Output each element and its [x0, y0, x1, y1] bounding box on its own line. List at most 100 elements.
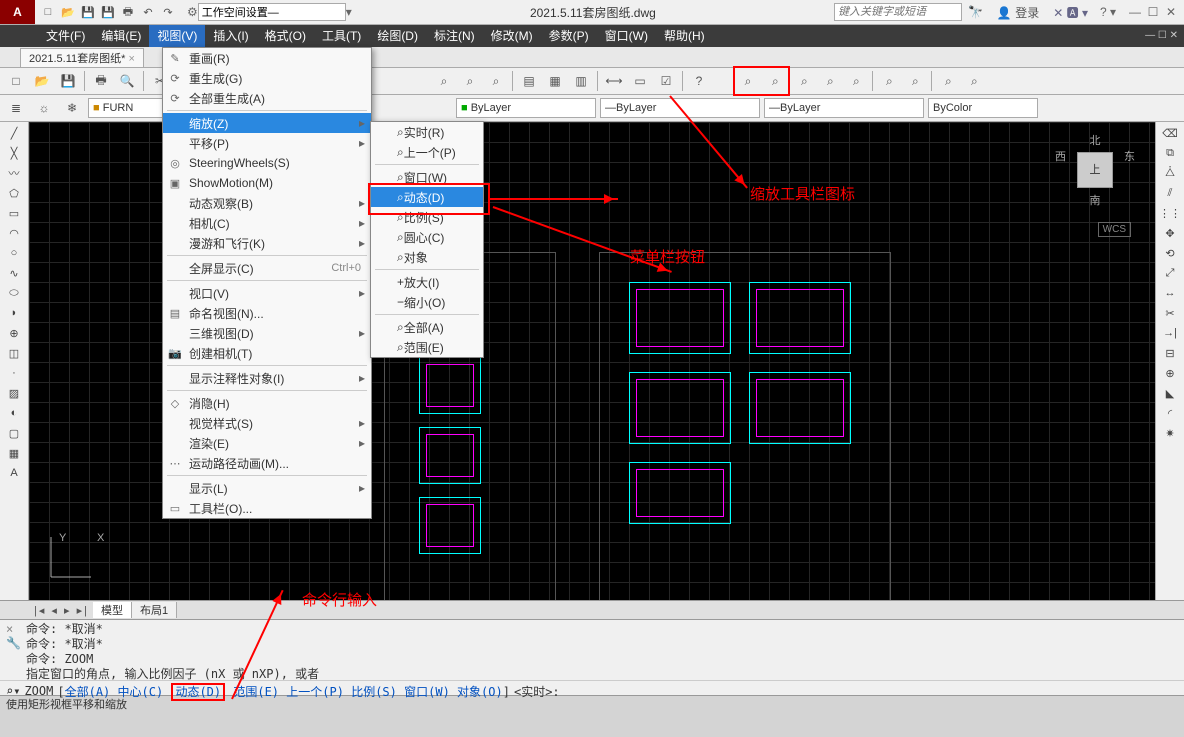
- plotstyle-combo[interactable]: ByColor: [928, 98, 1038, 118]
- line-tool[interactable]: ╱: [3, 124, 25, 142]
- model-tab[interactable]: 模型: [93, 602, 132, 618]
- view-menu-item[interactable]: 缩放(Z): [163, 113, 371, 133]
- app-logo[interactable]: A: [0, 0, 35, 24]
- extend-tool[interactable]: →|: [1159, 324, 1181, 342]
- block-tool[interactable]: ◫: [3, 344, 25, 362]
- cmd-option-dynamic[interactable]: 动态(D): [171, 683, 225, 701]
- view-menu-item[interactable]: 平移(P): [163, 133, 371, 153]
- mtext-tool[interactable]: A: [3, 464, 25, 482]
- array-tool[interactable]: ⋮⋮: [1159, 204, 1181, 222]
- workspace-selector[interactable]: ⚙ ▾: [187, 3, 352, 21]
- view-menu-item[interactable]: ▣ShowMotion(M): [163, 173, 371, 193]
- gradient-tool[interactable]: ◐: [3, 404, 25, 422]
- save-button[interactable]: 💾: [56, 69, 80, 93]
- zoom-dynamic-tb[interactable]: ⌕: [763, 69, 787, 93]
- workspace-input[interactable]: [198, 3, 346, 21]
- help-button[interactable]: ?: [687, 69, 711, 93]
- menu-view[interactable]: 视图(V): [149, 25, 205, 47]
- zoom-menu-item[interactable]: ⌕对象: [371, 247, 483, 267]
- zoom-menu-item[interactable]: ⌕圆心(C): [371, 227, 483, 247]
- menu-parametric[interactable]: 参数(P): [541, 25, 597, 47]
- scale-tool[interactable]: ⤢: [1159, 264, 1181, 282]
- view-menu-item[interactable]: ◇消隐(H): [163, 393, 371, 413]
- region-tool[interactable]: ▢: [3, 424, 25, 442]
- view-menu-item[interactable]: 显示注释性对象(I): [163, 368, 371, 388]
- qselect-button[interactable]: ☑: [654, 69, 678, 93]
- zoom-menu-item[interactable]: ⌕窗口(W): [371, 167, 483, 187]
- maximize-icon[interactable]: ☐: [1146, 5, 1160, 19]
- zoom-menu-item[interactable]: ⌕上一个(P): [371, 142, 483, 162]
- layout-nav[interactable]: |◂ ◂ ▸ ▸|: [30, 604, 93, 617]
- zoom-all-tb[interactable]: ⌕: [936, 69, 960, 93]
- zoom-menu-item[interactable]: +放大(I): [371, 272, 483, 292]
- menu-tools[interactable]: 工具(T): [314, 25, 369, 47]
- area-button[interactable]: ▭: [628, 69, 652, 93]
- ellipse-tool[interactable]: ⬭: [3, 284, 25, 302]
- zoom-menu-item[interactable]: −缩小(O): [371, 292, 483, 312]
- erase-tool[interactable]: ⌫: [1159, 124, 1181, 142]
- offset-tool[interactable]: ⫽: [1159, 184, 1181, 202]
- command-input-line[interactable]: ⌕▾ ZOOM [全部(A) 中心(C) 动态(D) 范围(E) 上一个(P) …: [0, 680, 1184, 701]
- stretch-tool[interactable]: ↔: [1159, 284, 1181, 302]
- menu-help[interactable]: 帮助(H): [656, 25, 713, 47]
- view-menu-item[interactable]: ⟳重生成(G): [163, 68, 371, 88]
- lineweight-combo[interactable]: — ByLayer: [764, 98, 924, 118]
- view-menu-item[interactable]: ⋯运动路径动画(M)...: [163, 453, 371, 473]
- circle-tool[interactable]: ○: [3, 244, 25, 262]
- break-tool[interactable]: ⊟: [1159, 344, 1181, 362]
- view-menu-item[interactable]: 视口(V): [163, 283, 371, 303]
- rotate-tool[interactable]: ⟲: [1159, 244, 1181, 262]
- mirror-tool[interactable]: ⧊: [1159, 164, 1181, 182]
- zoom-in-tb[interactable]: ⌕: [877, 69, 901, 93]
- zoom-menu-item[interactable]: ⌕实时(R): [371, 122, 483, 142]
- view-menu-item[interactable]: 全屏显示(C)Ctrl+0: [163, 258, 371, 278]
- color-combo[interactable]: ■ ByLayer: [456, 98, 596, 118]
- menu-modify[interactable]: 修改(M): [483, 25, 541, 47]
- view-menu-item[interactable]: ◎SteeringWheels(S): [163, 153, 371, 173]
- save-icon[interactable]: 💾: [79, 3, 97, 21]
- properties-button[interactable]: ▤: [517, 69, 541, 93]
- layout1-tab[interactable]: 布局1: [132, 602, 177, 618]
- view-menu-item[interactable]: 漫游和飞行(K): [163, 233, 371, 253]
- menu-format[interactable]: 格式(O): [257, 25, 314, 47]
- zoom-out-tb[interactable]: ⌕: [903, 69, 927, 93]
- document-tab[interactable]: 2021.5.11套房图纸* ×: [20, 48, 144, 67]
- tool-palette-button[interactable]: ▥: [569, 69, 593, 93]
- open-button[interactable]: 📂: [30, 69, 54, 93]
- view-menu-item[interactable]: 📷创建相机(T): [163, 343, 371, 363]
- zoom-menu-item[interactable]: ⌕范围(E): [371, 337, 483, 357]
- preview-button[interactable]: 🔍: [115, 69, 139, 93]
- plot-icon[interactable]: 🖶: [119, 3, 137, 21]
- view-menu-item[interactable]: 视觉样式(S): [163, 413, 371, 433]
- close-icon[interactable]: ✕: [1164, 5, 1178, 19]
- zoom-extents-tb[interactable]: ⌕: [962, 69, 986, 93]
- zoom-menu-item[interactable]: ⌕动态(D): [371, 187, 483, 207]
- new-button[interactable]: □: [4, 69, 28, 93]
- view-cube[interactable]: 北 西上东 南: [1055, 132, 1135, 222]
- menu-insert[interactable]: 插入(I): [205, 25, 256, 47]
- insert-tool[interactable]: ⊕: [3, 324, 25, 342]
- rect-tool[interactable]: ▭: [3, 204, 25, 222]
- wcs-label[interactable]: WCS: [1098, 222, 1131, 237]
- view-menu-item[interactable]: ▭工具栏(O)...: [163, 498, 371, 518]
- zoom-win-button[interactable]: ⌕: [484, 69, 508, 93]
- menu-file[interactable]: 文件(F): [38, 25, 93, 47]
- dist-button[interactable]: ⟷: [602, 69, 626, 93]
- minimize-icon[interactable]: —: [1128, 5, 1142, 19]
- spline-tool[interactable]: ∿: [3, 264, 25, 282]
- hatch-tool[interactable]: ▨: [3, 384, 25, 402]
- plot-button[interactable]: 🖶: [89, 69, 113, 93]
- explode-tool[interactable]: ✷: [1159, 424, 1181, 442]
- zoom-scale-tb[interactable]: ⌕: [792, 69, 816, 93]
- layer-states-button[interactable]: ☼: [32, 96, 56, 120]
- zoom-object-tb[interactable]: ⌕: [844, 69, 868, 93]
- view-menu-item[interactable]: 三维视图(D): [163, 323, 371, 343]
- view-menu-item[interactable]: ▤命名视图(N)...: [163, 303, 371, 323]
- table-tool[interactable]: ▦: [3, 444, 25, 462]
- exchange-icon[interactable]: ✕ 🅰 ▾: [1053, 4, 1088, 21]
- help-search-input[interactable]: [834, 3, 962, 21]
- join-tool[interactable]: ⊕: [1159, 364, 1181, 382]
- fillet-tool[interactable]: ◜: [1159, 404, 1181, 422]
- point-tool[interactable]: ·: [3, 364, 25, 382]
- binoculars-icon[interactable]: 🔭: [968, 5, 983, 19]
